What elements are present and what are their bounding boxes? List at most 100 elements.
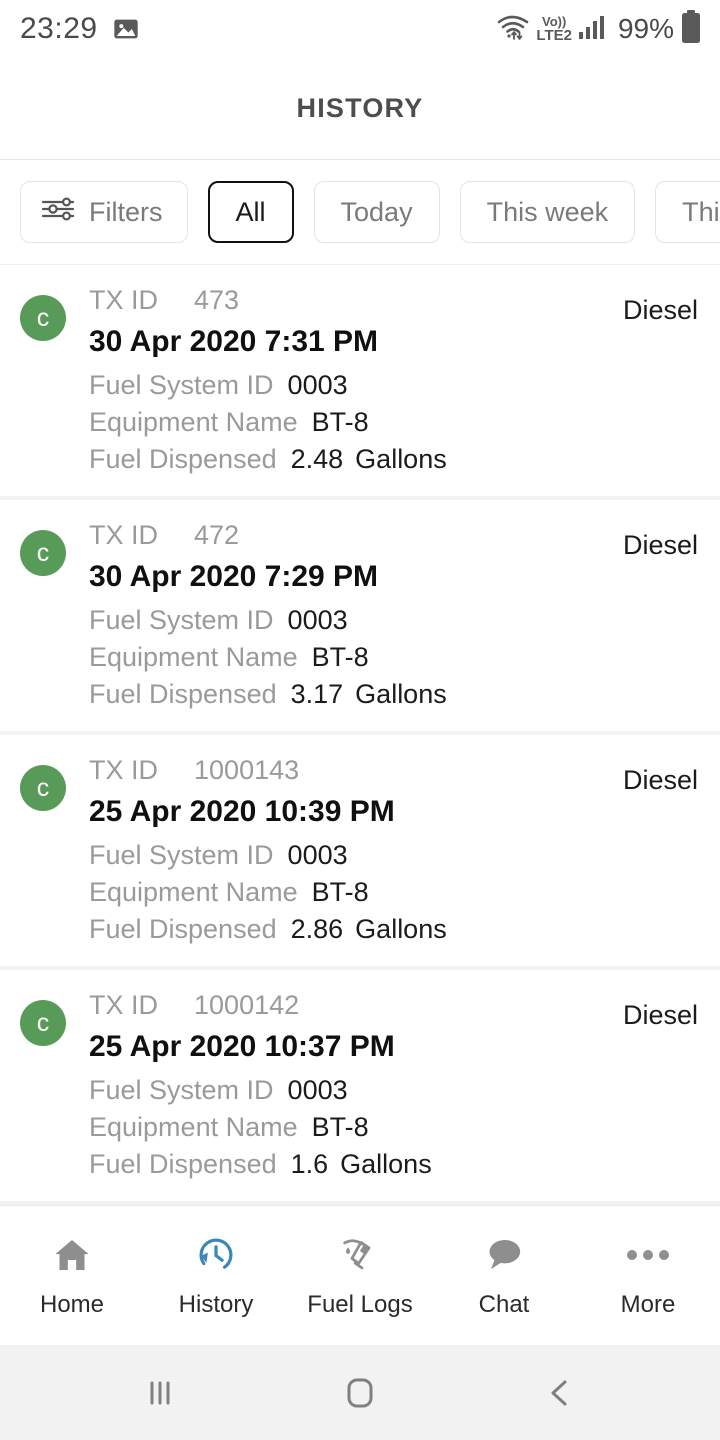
fuel-dispensed-unit: Gallons xyxy=(340,1149,432,1179)
tab-fuel-logs[interactable]: Fuel Logs xyxy=(288,1206,432,1345)
table-row[interactable]: c TX ID 1000142 25 Apr 2020 10:37 PM Fue… xyxy=(0,970,720,1201)
filter-chip-this-month[interactable]: This month xyxy=(655,181,720,243)
filters-label: Filters xyxy=(89,196,163,227)
tx-id-value: 1000142 xyxy=(194,990,300,1020)
avatar: c xyxy=(20,295,66,341)
equipment-name-value: BT-8 xyxy=(311,642,369,672)
tab-chat-label: Chat xyxy=(478,1290,530,1318)
home-square-icon[interactable] xyxy=(300,1345,420,1440)
filter-chip-all[interactable]: All xyxy=(207,181,294,243)
filter-chip-this-month-label: This month xyxy=(682,196,720,227)
phone-screen: 23:29 Vo)) LTE2 99% HISTORY Filters All … xyxy=(0,0,720,1440)
tx-id-row: TX ID 472 xyxy=(89,522,700,549)
fuel-dispensed-unit: Gallons xyxy=(355,679,447,709)
ellipsis-icon xyxy=(623,1233,673,1277)
tab-home[interactable]: Home xyxy=(0,1206,144,1345)
tab-more[interactable]: More xyxy=(576,1206,720,1345)
fuel-dispensed-unit: Gallons xyxy=(355,914,447,944)
equipment-name-value: BT-8 xyxy=(311,407,369,437)
status-bar-right: Vo)) LTE2 99% xyxy=(496,9,702,49)
tx-id-value: 472 xyxy=(194,520,240,550)
avatar: c xyxy=(20,765,66,811)
fuel-dispensed-row: Fuel Dispensed 3.17 Gallons xyxy=(89,681,700,708)
tx-id-label: TX ID xyxy=(89,285,159,315)
fuel-system-id-row: Fuel System ID 0003 xyxy=(89,842,700,869)
fuel-type-label: Diesel xyxy=(622,1000,698,1030)
fuel-system-id-row: Fuel System ID 0003 xyxy=(89,372,700,399)
history-clock-icon xyxy=(193,1233,239,1277)
home-icon xyxy=(50,1233,94,1277)
fuel-dispensed-row: Fuel Dispensed 2.86 Gallons xyxy=(89,916,700,943)
table-row[interactable]: c TX ID 473 30 Apr 2020 7:31 PM Fuel Sys… xyxy=(0,265,720,496)
sliders-icon xyxy=(41,194,75,231)
fuel-dispensed-value: 1.6 xyxy=(290,1149,329,1179)
app-header: HISTORY xyxy=(0,58,720,160)
filters-button[interactable]: Filters xyxy=(20,181,188,243)
equipment-name-label: Equipment Name xyxy=(89,1112,298,1142)
fuel-system-id-value: 0003 xyxy=(287,840,348,870)
fuel-dispensed-unit: Gallons xyxy=(355,444,447,474)
fuel-type-label: Diesel xyxy=(622,295,698,325)
tab-history[interactable]: History xyxy=(144,1206,288,1345)
table-row[interactable]: c TX ID 1000143 25 Apr 2020 10:39 PM Fue… xyxy=(0,735,720,966)
signal-icon xyxy=(578,13,608,46)
tx-id-value: 1000143 xyxy=(194,755,300,785)
fuel-dispensed-row: Fuel Dispensed 2.48 Gallons xyxy=(89,446,700,473)
equipment-name-label: Equipment Name xyxy=(89,407,298,437)
chat-bubble-icon xyxy=(481,1233,527,1277)
tx-id-label: TX ID xyxy=(89,520,159,550)
fuel-dispensed-value: 3.17 xyxy=(290,679,344,709)
equipment-name-row: Equipment Name BT-8 xyxy=(89,644,700,671)
transaction-datetime: 25 Apr 2020 10:39 PM xyxy=(89,795,395,828)
filter-chip-bar[interactable]: Filters All Today This week This month xyxy=(0,160,720,265)
transaction-details: TX ID 1000142 25 Apr 2020 10:37 PM Fuel … xyxy=(89,992,700,1201)
filter-chip-today-label: Today xyxy=(340,196,413,227)
fuel-system-id-value: 0003 xyxy=(287,1075,348,1105)
tx-id-label: TX ID xyxy=(89,755,159,785)
fuel-dispensed-label: Fuel Dispensed xyxy=(89,444,277,474)
equipment-name-row: Equipment Name BT-8 xyxy=(89,1114,700,1141)
tab-history-label: History xyxy=(178,1290,254,1318)
fuel-system-id-label: Fuel System ID xyxy=(89,1075,274,1105)
tx-id-row: TX ID 1000142 xyxy=(89,992,700,1019)
filter-chip-this-week[interactable]: This week xyxy=(459,181,636,243)
fuel-dispensed-value: 2.86 xyxy=(290,914,344,944)
image-icon xyxy=(112,15,140,43)
android-nav-bar[interactable] xyxy=(0,1345,720,1440)
transaction-details: TX ID 473 30 Apr 2020 7:31 PM Fuel Syste… xyxy=(89,287,700,496)
avatar: c xyxy=(20,1000,66,1046)
tx-id-row: TX ID 473 xyxy=(89,287,700,314)
wifi-icon xyxy=(496,12,530,47)
bottom-tab-bar[interactable]: Home History Fuel Logs Chat More xyxy=(0,1205,720,1345)
fuel-system-id-label: Fuel System ID xyxy=(89,605,274,635)
equipment-name-row: Equipment Name BT-8 xyxy=(89,409,700,436)
fuel-dispensed-label: Fuel Dispensed xyxy=(89,914,277,944)
status-bar-left: 23:29 xyxy=(20,12,140,46)
filter-chip-today[interactable]: Today xyxy=(313,181,440,243)
equipment-name-label: Equipment Name xyxy=(89,642,298,672)
recents-icon[interactable] xyxy=(100,1345,220,1440)
battery-percent-label: 99% xyxy=(617,13,674,44)
fuel-system-id-value: 0003 xyxy=(287,605,348,635)
equipment-name-label: Equipment Name xyxy=(89,877,298,907)
fuel-system-id-label: Fuel System ID xyxy=(89,840,274,870)
transaction-details: TX ID 472 30 Apr 2020 7:29 PM Fuel Syste… xyxy=(89,522,700,731)
filter-chip-this-week-label: This week xyxy=(486,196,609,227)
tab-more-label: More xyxy=(620,1290,676,1318)
volte-label: LTE2 xyxy=(536,27,572,44)
status-clock: 23:29 xyxy=(20,12,98,45)
tx-id-value: 473 xyxy=(194,285,240,315)
battery-icon xyxy=(680,9,702,49)
table-row[interactable]: c TX ID 472 30 Apr 2020 7:29 PM Fuel Sys… xyxy=(0,500,720,731)
tx-id-label: TX ID xyxy=(89,990,159,1020)
fuel-system-id-row: Fuel System ID 0003 xyxy=(89,1077,700,1104)
equipment-name-value: BT-8 xyxy=(311,1112,369,1142)
avatar: c xyxy=(20,530,66,576)
transaction-details: TX ID 1000143 25 Apr 2020 10:39 PM Fuel … xyxy=(89,757,700,966)
fuel-system-id-value: 0003 xyxy=(287,370,348,400)
back-chevron-icon[interactable] xyxy=(500,1345,620,1440)
tab-fuel-logs-label: Fuel Logs xyxy=(307,1290,413,1318)
transaction-list[interactable]: c TX ID 473 30 Apr 2020 7:31 PM Fuel Sys… xyxy=(0,265,720,1205)
tab-chat[interactable]: Chat xyxy=(432,1206,576,1345)
fuel-system-id-row: Fuel System ID 0003 xyxy=(89,607,700,634)
